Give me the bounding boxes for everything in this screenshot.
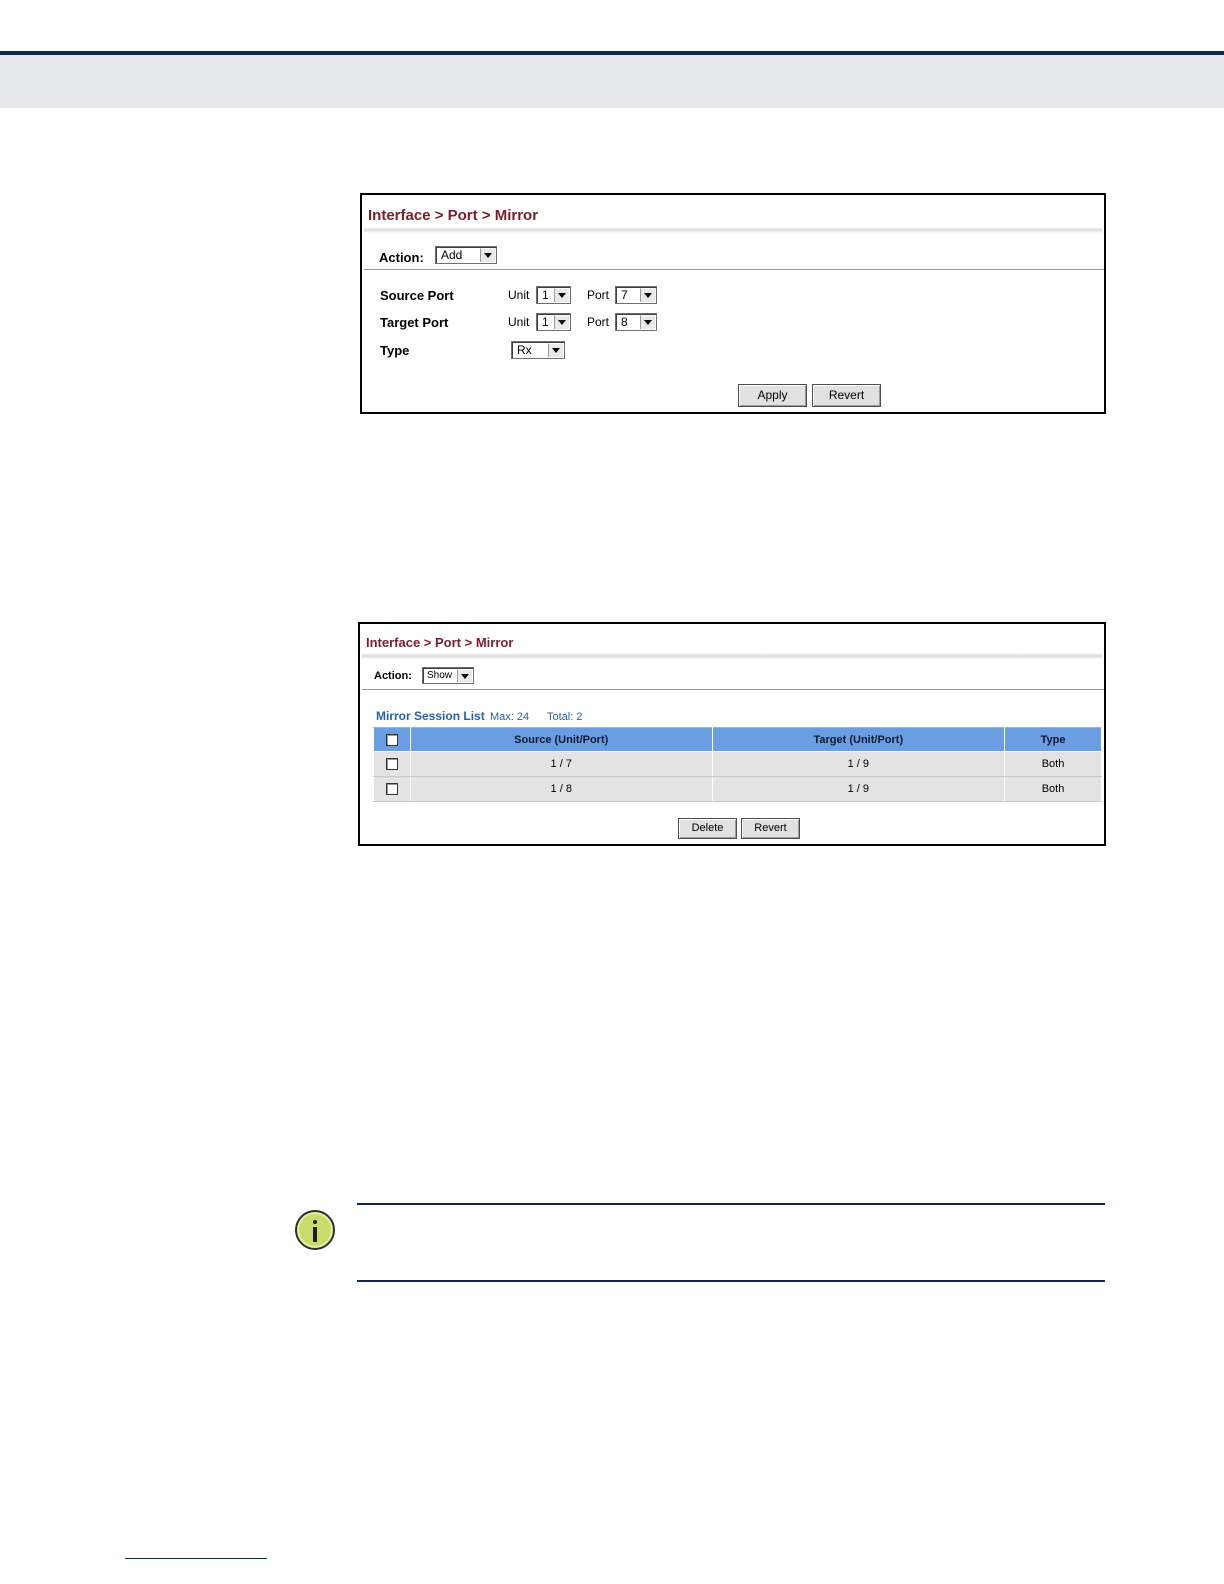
select-all-checkbox[interactable]: [385, 733, 398, 746]
chevron-down-icon[interactable]: [640, 315, 655, 329]
target-port-label: Target Port: [380, 315, 449, 330]
chevron-down-icon[interactable]: [548, 343, 563, 357]
note-top-rule: [357, 1203, 1105, 1205]
target-port-select[interactable]: 8: [615, 313, 657, 331]
table-header-row: Source (Unit/Port) Target (Unit/Port) Ty…: [373, 727, 1102, 752]
chevron-down-icon[interactable]: [554, 288, 569, 302]
revert-button[interactable]: Revert: [812, 384, 881, 407]
table-row: 1 / 7 1 / 9 Both: [373, 751, 1102, 777]
footer-rule: [125, 1558, 267, 1559]
target-port-num-label: Port: [587, 315, 610, 329]
mirror-add-panel: Interface > Port > Mirror Action: Add So…: [360, 193, 1106, 414]
target-unit-label: Unit: [508, 315, 530, 329]
mirror-show-panel: Interface > Port > Mirror Action: Show M…: [358, 622, 1106, 846]
target-unit-select[interactable]: 1: [536, 313, 571, 331]
action-label: Action:: [374, 670, 412, 682]
title-shade: [362, 653, 1102, 659]
cell-type: Both: [1004, 776, 1102, 802]
row-select-cell: [373, 776, 411, 802]
row-select-cell: [373, 751, 411, 777]
select-all-cell: [373, 727, 411, 752]
chevron-down-icon[interactable]: [457, 669, 472, 682]
action-select-value: Add: [441, 248, 463, 262]
type-select[interactable]: Rx: [511, 341, 565, 359]
source-port-select[interactable]: 7: [615, 286, 657, 304]
type-label: Type: [380, 343, 410, 358]
cell-type: Both: [1004, 751, 1102, 777]
page-title: Interface > Port > Mirror: [366, 635, 514, 650]
source-port-num-label: Port: [587, 288, 610, 302]
table-row: 1 / 8 1 / 9 Both: [373, 776, 1102, 802]
source-unit-select[interactable]: 1: [536, 286, 571, 304]
chevron-down-icon[interactable]: [480, 248, 495, 262]
source-port-label: Source Port: [380, 288, 454, 303]
cell-target: 1 / 9: [711, 776, 1006, 802]
chevron-down-icon[interactable]: [554, 315, 569, 329]
divider: [364, 269, 1104, 270]
apply-button[interactable]: Apply: [738, 384, 807, 407]
list-title: Mirror Session List: [376, 709, 485, 723]
cell-source: 1 / 7: [409, 751, 713, 777]
header-band: [0, 55, 1224, 108]
row-checkbox[interactable]: [385, 783, 398, 796]
type-select-value: Rx: [517, 343, 532, 357]
list-max: Max: 24: [490, 711, 530, 723]
action-select[interactable]: Add: [435, 246, 497, 264]
list-total: Total: 2: [547, 711, 583, 723]
source-port-value: 7: [621, 288, 628, 302]
target-unit-value: 1: [542, 315, 549, 329]
source-unit-value: 1: [542, 288, 549, 302]
note-bottom-rule: [357, 1280, 1105, 1282]
column-header-target: Target (Unit/Port): [711, 727, 1006, 752]
page-title: Interface > Port > Mirror: [368, 207, 539, 224]
chevron-down-icon[interactable]: [640, 288, 655, 302]
info-icon: [295, 1210, 335, 1250]
action-select[interactable]: Show: [422, 667, 474, 684]
revert-button[interactable]: Revert: [741, 818, 800, 839]
divider: [362, 689, 1104, 690]
cell-target: 1 / 9: [711, 751, 1006, 777]
delete-button[interactable]: Delete: [678, 818, 737, 839]
action-select-value: Show: [427, 670, 453, 681]
info-icon-dot: [313, 1220, 317, 1224]
column-header-source: Source (Unit/Port): [409, 727, 713, 752]
column-header-type: Type: [1004, 727, 1102, 752]
mirror-session-table: Source (Unit/Port) Target (Unit/Port) Ty…: [373, 727, 1102, 802]
action-label: Action:: [379, 250, 424, 265]
row-checkbox[interactable]: [385, 758, 398, 771]
source-unit-label: Unit: [508, 288, 530, 302]
cell-source: 1 / 8: [409, 776, 713, 802]
title-shade: [364, 227, 1102, 233]
info-icon-stem: [313, 1227, 317, 1242]
target-port-value: 8: [621, 315, 628, 329]
